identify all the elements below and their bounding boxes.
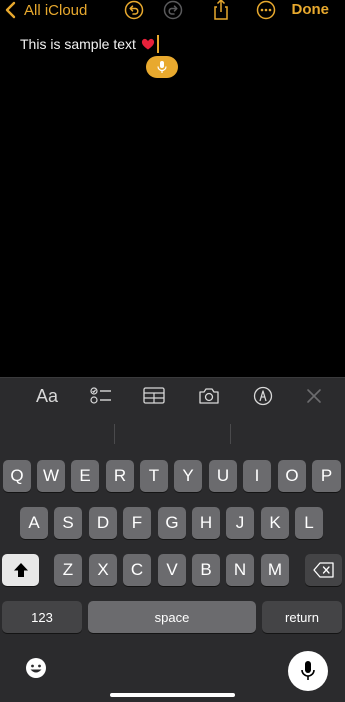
chevron-left-icon: [5, 1, 16, 19]
markup-button[interactable]: [251, 384, 275, 408]
undo-icon: [124, 0, 144, 20]
formatting-toolbar: Aa: [0, 377, 345, 414]
key-j[interactable]: J: [226, 507, 254, 539]
key-u[interactable]: U: [209, 460, 237, 492]
key-d[interactable]: D: [89, 507, 117, 539]
table-icon: [143, 387, 165, 404]
redo-icon: [163, 0, 183, 20]
more-button[interactable]: [256, 0, 276, 20]
home-indicator: [110, 693, 235, 697]
shift-arrow-icon: [13, 563, 28, 577]
key-x[interactable]: X: [89, 554, 117, 586]
key-h[interactable]: H: [192, 507, 220, 539]
key-y[interactable]: Y: [174, 460, 202, 492]
text-format-button[interactable]: Aa: [34, 384, 60, 408]
key-k[interactable]: K: [261, 507, 289, 539]
share-icon: [214, 0, 228, 20]
note-body[interactable]: This is sample text: [20, 35, 159, 53]
checklist-button[interactable]: [89, 384, 113, 408]
markup-pen-icon: [253, 386, 273, 406]
microphone-icon: [157, 61, 167, 73]
share-button[interactable]: [211, 0, 231, 20]
prediction-divider: [230, 424, 231, 444]
emoji-icon[interactable]: [25, 657, 47, 679]
close-icon: [307, 389, 321, 403]
key-e[interactable]: E: [71, 460, 99, 492]
dictation-indicator[interactable]: [146, 56, 178, 78]
key-b[interactable]: B: [192, 554, 220, 586]
key-v[interactable]: V: [158, 554, 186, 586]
notes-screen: All iCloud Done This is sample text Aa Q…: [0, 0, 345, 702]
heart-emoji-icon: [141, 38, 155, 50]
key-i[interactable]: I: [243, 460, 271, 492]
camera-icon: [199, 388, 219, 404]
navigation-bar: All iCloud Done: [0, 0, 345, 22]
dictation-button[interactable]: [288, 651, 328, 691]
back-label: All iCloud: [24, 1, 88, 19]
key-a[interactable]: A: [20, 507, 48, 539]
key-f[interactable]: F: [123, 507, 151, 539]
back-button[interactable]: All iCloud: [4, 0, 87, 20]
key-s[interactable]: S: [54, 507, 82, 539]
return-key[interactable]: return: [262, 601, 342, 633]
key-g[interactable]: G: [158, 507, 186, 539]
close-toolbar-button[interactable]: [303, 384, 325, 408]
delete-backward-icon: [312, 562, 334, 578]
predictive-text-bar: [0, 414, 345, 454]
key-w[interactable]: W: [37, 460, 65, 492]
redo-button[interactable]: [163, 0, 183, 20]
key-z[interactable]: Z: [54, 554, 82, 586]
key-t[interactable]: T: [140, 460, 168, 492]
microphone-icon: [301, 661, 315, 680]
undo-button[interactable]: [124, 0, 144, 20]
key-l[interactable]: L: [295, 507, 323, 539]
key-r[interactable]: R: [106, 460, 134, 492]
ellipsis-circle-icon: [256, 0, 276, 20]
table-button[interactable]: [142, 384, 166, 408]
note-text: This is sample text: [20, 36, 136, 52]
key-n[interactable]: N: [226, 554, 254, 586]
checklist-icon: [90, 387, 111, 404]
key-p[interactable]: P: [312, 460, 341, 492]
camera-button[interactable]: [197, 384, 221, 408]
shift-key[interactable]: [2, 554, 39, 586]
text-cursor: [156, 35, 159, 53]
numbers-key[interactable]: 123: [2, 601, 82, 633]
prediction-divider: [114, 424, 115, 444]
backspace-key[interactable]: [305, 554, 342, 586]
key-o[interactable]: O: [278, 460, 306, 492]
done-button[interactable]: Done: [292, 0, 330, 20]
key-c[interactable]: C: [123, 554, 151, 586]
key-q[interactable]: Q: [3, 460, 31, 492]
space-key[interactable]: space: [88, 601, 256, 633]
key-m[interactable]: M: [261, 554, 289, 586]
